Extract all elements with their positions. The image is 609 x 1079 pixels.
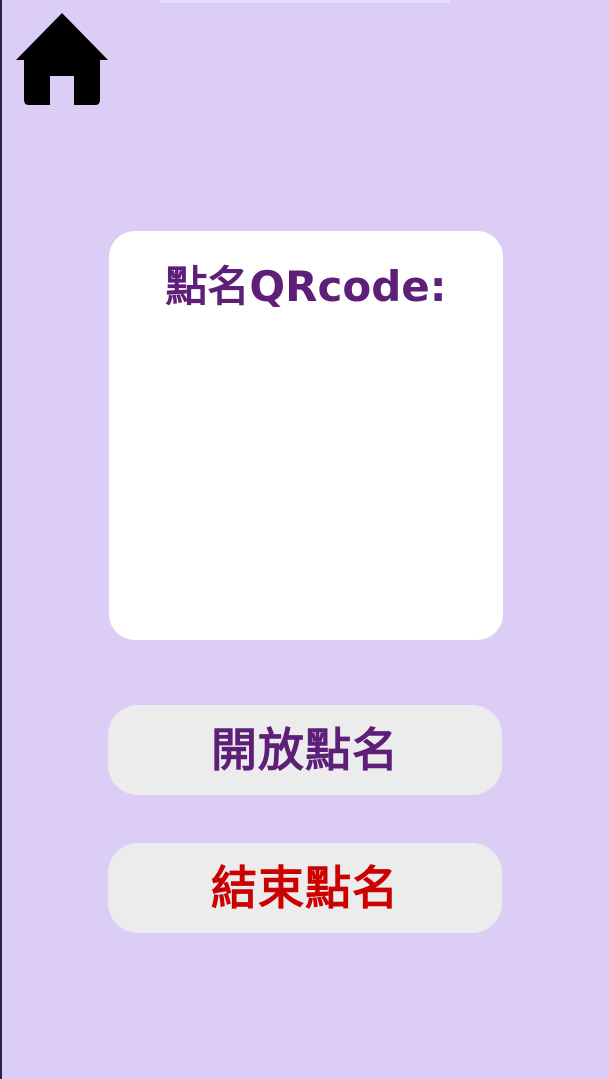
end-roll-call-button[interactable]: 結束點名 <box>108 843 502 933</box>
home-button[interactable] <box>14 12 110 108</box>
qr-code-title: 點名QRcode: <box>165 262 447 311</box>
top-edge-hint <box>160 0 450 3</box>
home-icon <box>16 13 108 105</box>
screen-left-edge <box>0 0 2 1079</box>
qr-code-area <box>169 321 443 611</box>
qr-code-card: 點名QRcode: <box>109 231 503 640</box>
open-roll-call-button[interactable]: 開放點名 <box>108 705 502 795</box>
